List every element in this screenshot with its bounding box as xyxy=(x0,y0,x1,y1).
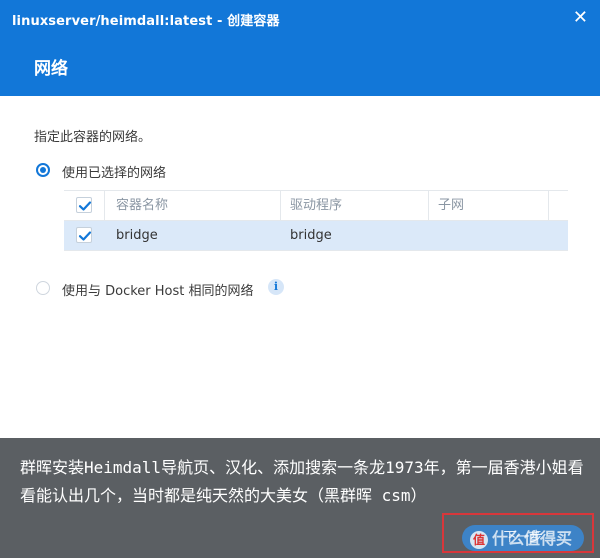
table-header-row: 容器名称 驱动程序 子网 xyxy=(64,190,568,221)
column-divider xyxy=(548,191,549,220)
step-header: 网络 xyxy=(0,38,600,96)
watermark: 值什么值得买 xyxy=(470,526,588,552)
step-title: 网络 xyxy=(34,59,68,79)
column-header-driver[interactable]: 驱动程序 xyxy=(290,191,342,220)
watermark-badge-icon: 值 xyxy=(470,530,488,549)
network-description: 指定此容器的网络。 xyxy=(34,130,152,145)
table-row[interactable]: bridge bridge xyxy=(64,221,568,251)
row-checkbox[interactable] xyxy=(76,227,92,243)
column-divider xyxy=(280,191,281,220)
window-titlebar: linuxserver/heimdall:latest - 创建容器 ✕ xyxy=(0,0,600,38)
column-divider xyxy=(428,191,429,220)
window-title: linuxserver/heimdall:latest - 创建容器 xyxy=(12,14,280,29)
caption-text: 群晖安装Heimdall导航页、汉化、添加搜索一条龙1973年，第一届香港小姐看… xyxy=(20,458,584,505)
row-network-name: bridge xyxy=(116,228,158,243)
close-icon[interactable]: ✕ xyxy=(573,7,588,28)
column-header-container-name[interactable]: 容器名称 xyxy=(116,191,168,220)
radio-use-selected-network[interactable] xyxy=(36,163,50,177)
column-divider xyxy=(104,191,105,220)
select-all-checkbox[interactable] xyxy=(76,197,92,213)
radio-use-selected-network-label[interactable]: 使用已选择的网络 xyxy=(62,162,166,181)
info-icon[interactable]: i xyxy=(268,279,284,295)
column-header-subnet[interactable]: 子网 xyxy=(438,191,464,220)
radio-use-host-network-label[interactable]: 使用与 Docker Host 相同的网络 xyxy=(62,280,254,299)
watermark-text: 什么值得买 xyxy=(492,529,573,548)
network-table: 容器名称 驱动程序 子网 bridge bridge xyxy=(64,190,568,251)
radio-use-host-network[interactable] xyxy=(36,281,50,295)
network-settings-panel: 指定此容器的网络。 使用已选择的网络 容器名称 驱动程序 子网 bridge b… xyxy=(0,96,600,438)
row-driver: bridge xyxy=(290,228,332,243)
